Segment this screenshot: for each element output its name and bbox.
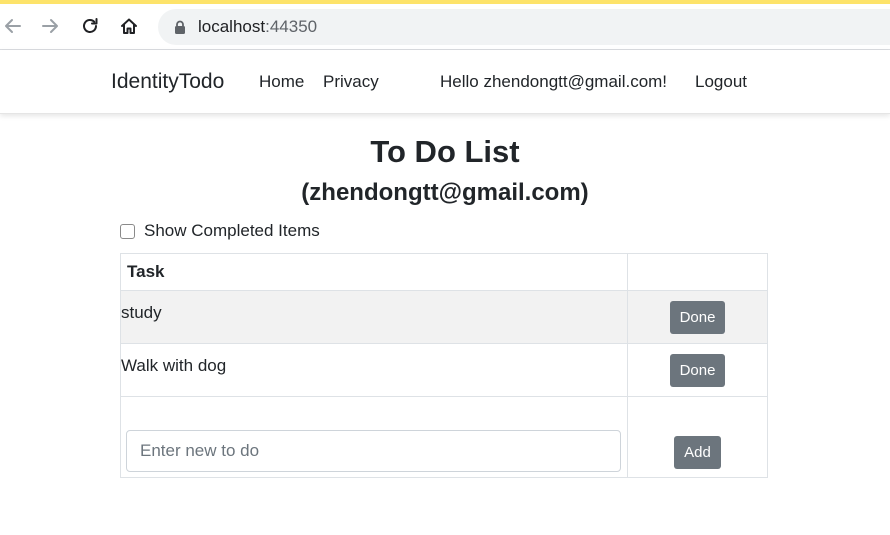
task-cell: Walk with dog	[120, 343, 628, 397]
lock-icon[interactable]	[174, 20, 186, 35]
task-text: Walk with dog	[121, 356, 227, 375]
show-completed-checkbox[interactable]	[120, 223, 135, 239]
home-icon	[121, 18, 137, 34]
nav-link-home[interactable]: Home	[259, 72, 304, 92]
home-button[interactable]	[116, 13, 142, 39]
action-cell: Done	[627, 343, 768, 397]
forward-button[interactable]	[37, 13, 63, 39]
user-greeting[interactable]: Hello zhendongtt@gmail.com!	[440, 72, 667, 92]
reload-icon	[83, 18, 98, 33]
url-host: localhost	[198, 17, 266, 36]
new-todo-row: Add	[120, 396, 768, 478]
logout-link[interactable]: Logout	[695, 72, 747, 92]
back-button[interactable]	[0, 13, 26, 39]
table-header-row: Task	[120, 253, 768, 291]
add-cell: Add	[627, 396, 768, 478]
browser-toolbar: localhost:44350	[0, 4, 890, 50]
nav-link-privacy[interactable]: Privacy	[323, 72, 379, 92]
arrow-left-icon	[5, 19, 21, 33]
show-completed-toggle[interactable]: Show Completed Items	[120, 221, 320, 241]
done-button[interactable]: Done	[669, 353, 726, 387]
add-button[interactable]: Add	[674, 436, 721, 469]
site-navbar: IdentityTodo Home Privacy Hello zhendong…	[0, 50, 890, 114]
table-row: study Done	[120, 290, 768, 344]
action-cell: Done	[627, 290, 768, 344]
address-bar[interactable]: localhost:44350	[158, 9, 890, 45]
new-todo-input[interactable]	[126, 430, 621, 472]
new-todo-cell	[120, 396, 628, 478]
url-port: :44350	[265, 17, 318, 36]
page-subtitle: (zhendongtt@gmail.com)	[301, 179, 589, 206]
action-column-header	[627, 253, 768, 291]
reload-button[interactable]	[77, 13, 103, 39]
task-text: study	[121, 303, 162, 322]
page-title: To Do List	[370, 134, 520, 169]
brand-link[interactable]: IdentityTodo	[111, 70, 224, 94]
task-column-header: Task	[120, 253, 628, 291]
show-completed-label[interactable]: Show Completed Items	[144, 221, 320, 241]
arrow-right-icon	[42, 19, 58, 33]
task-cell: study	[120, 290, 628, 344]
table-row: Walk with dog Done	[120, 343, 768, 397]
done-button[interactable]: Done	[669, 300, 726, 334]
todo-table: Task study Done Walk with dog Done Add	[120, 253, 768, 478]
